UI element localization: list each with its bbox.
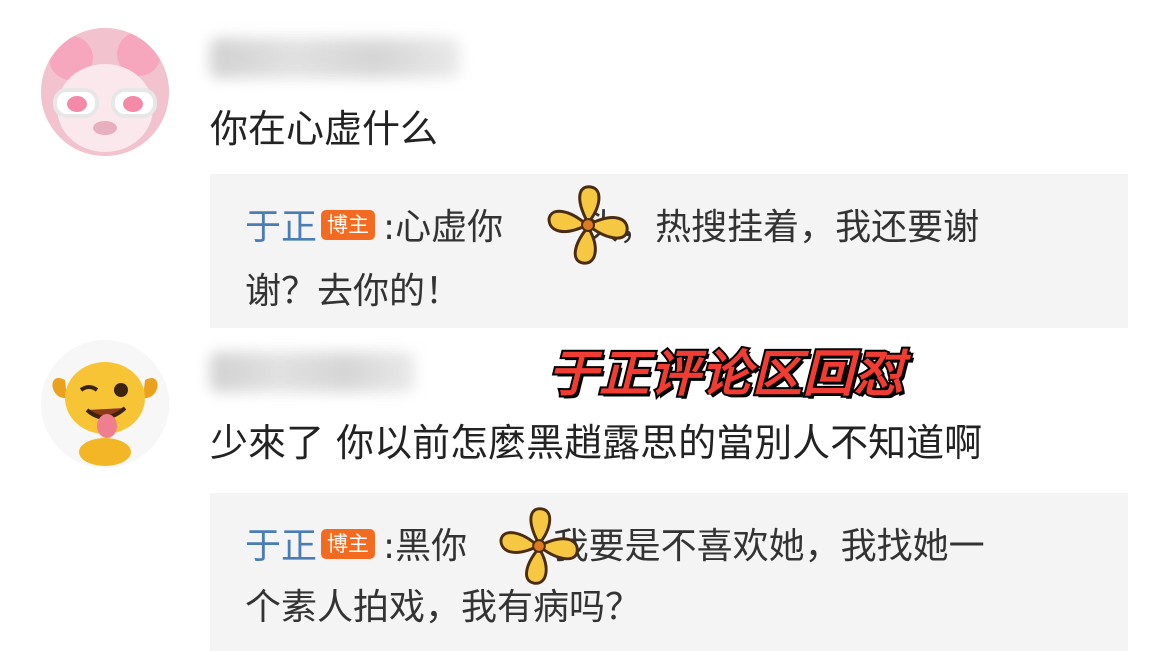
reply-line: 于正 博主:黑你 我要是不喜欢她，我找她一 — [245, 524, 985, 570]
flower-sticker-icon — [499, 507, 579, 585]
reply-line-2: 个素人拍戏，我有病吗？ — [245, 587, 642, 628]
reply-author-link[interactable]: 于正 — [245, 207, 317, 248]
username-blurred[interactable] — [210, 352, 415, 392]
reply-author-link[interactable]: 于正 — [245, 526, 317, 567]
blogger-badge: 博主 — [321, 210, 376, 240]
reply-text-after: 我要是不喜欢她，我找她一 — [541, 526, 985, 567]
flower-sticker-icon — [547, 185, 629, 265]
avatar[interactable] — [41, 340, 169, 468]
reply-text: :心虚你 — [383, 207, 504, 248]
blogger-badge: 博主 — [321, 529, 376, 559]
reply-text-after: 头，热搜挂着，我还要谢 — [583, 207, 980, 248]
avatar-yellow-dog-icon — [41, 340, 169, 468]
avatar-pink-bear-icon — [41, 28, 169, 156]
avatar[interactable] — [41, 28, 169, 156]
comment-text: 少來了 你以前怎麼黑趙露思的當別人不知道啊 — [210, 421, 983, 465]
reply-line-2: 谢？去你的！ — [245, 271, 462, 312]
comment-text: 你在心虚什么 — [210, 107, 439, 151]
overlay-title: 于正评论区回怼 — [546, 343, 906, 405]
username-blurred[interactable] — [210, 38, 460, 78]
reply-text: :黑你 — [383, 526, 468, 567]
